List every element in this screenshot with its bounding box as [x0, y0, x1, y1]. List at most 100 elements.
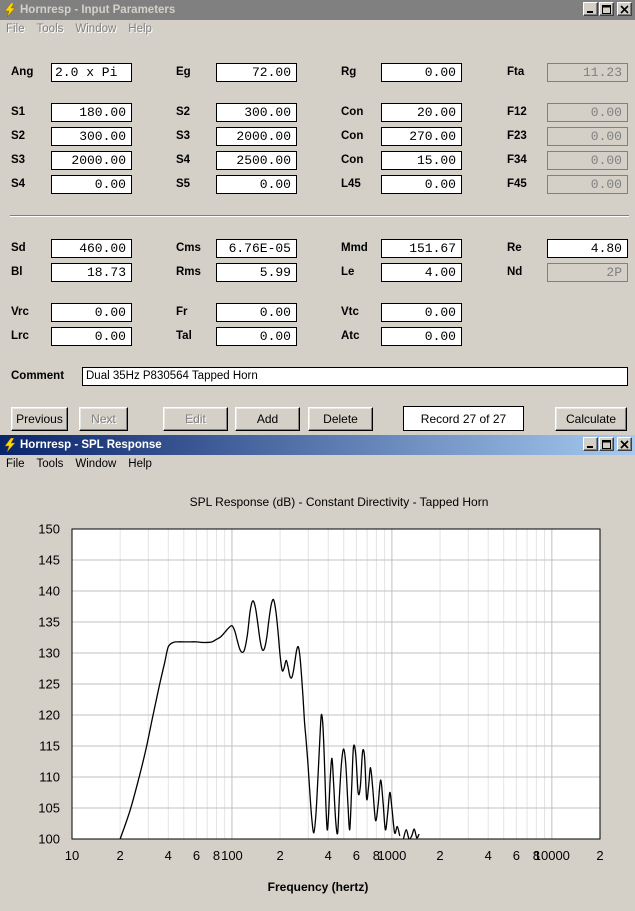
maximize-button[interactable]	[599, 437, 614, 451]
param-label-con: Con	[341, 106, 364, 118]
param-label-fr: Fr	[176, 306, 188, 318]
param-label-con: Con	[341, 130, 364, 142]
comment-field[interactable]: Dual 35Hz P830564 Tapped Horn	[82, 367, 628, 386]
param-field-con[interactable]: 20.00	[381, 103, 462, 122]
param-field-con[interactable]: 270.00	[381, 127, 462, 146]
param-label-atc: Atc	[341, 330, 360, 342]
close-button[interactable]	[617, 2, 632, 16]
param-label-s4: S4	[11, 178, 26, 190]
x-tick-label: 4	[325, 848, 332, 863]
param-field-s4[interactable]: 0.00	[51, 175, 132, 194]
comment-label: Comment	[11, 370, 65, 382]
param-label-cms: Cms	[176, 242, 201, 254]
input-menu-window[interactable]: Window	[69, 23, 122, 35]
param-field-con[interactable]: 15.00	[381, 151, 462, 170]
param-field-fta: 11.23	[547, 63, 628, 82]
previous-button[interactable]: Previous	[11, 407, 68, 431]
param-label-s5: S5	[176, 178, 191, 190]
param-label-fta: Fta	[507, 66, 525, 78]
x-tick-label: 10	[65, 848, 79, 863]
param-label-sd: Sd	[11, 242, 26, 254]
x-tick-label: 6	[193, 848, 200, 863]
input-menu-file[interactable]: File	[0, 23, 31, 35]
param-field-f34: 0.00	[547, 151, 628, 170]
param-field-re[interactable]: 4.80	[547, 239, 628, 258]
input-parameters-window: Hornresp - Input Parameters File Tools Win…	[0, 0, 635, 435]
param-field-l45[interactable]: 0.00	[381, 175, 462, 194]
param-field-tal[interactable]: 0.00	[216, 327, 297, 346]
spl-response-chart: SPL Response (dB) - Constant Directivity…	[38, 495, 603, 894]
x-tick-label: 6	[353, 848, 360, 863]
param-field-ang[interactable]: 2.0 x Pi	[51, 63, 132, 82]
spl-window-titlebar[interactable]: Hornresp - SPL Response	[0, 435, 635, 455]
param-field-nd: 2P	[547, 263, 628, 282]
param-label-s2: S2	[11, 130, 26, 142]
y-tick-label: 105	[38, 801, 60, 816]
param-field-s4[interactable]: 2500.00	[216, 151, 297, 170]
spl-menu-window[interactable]: Window	[69, 458, 122, 470]
param-label-s4: S4	[176, 154, 191, 166]
minimize-icon	[587, 445, 593, 448]
input-window-titlebar[interactable]: Hornresp - Input Parameters	[0, 0, 635, 20]
input-menu-tools[interactable]: Tools	[31, 23, 70, 35]
param-field-s1[interactable]: 180.00	[51, 103, 132, 122]
input-menu-help[interactable]: Help	[122, 23, 158, 35]
x-tick-label: 2	[596, 848, 603, 863]
x-tick-label: 8	[213, 848, 220, 863]
y-tick-label: 140	[38, 584, 60, 599]
add-button[interactable]: Add	[235, 407, 300, 431]
param-field-fr[interactable]: 0.00	[216, 303, 297, 322]
param-field-cms[interactable]: 6.76E-05	[216, 239, 297, 258]
chart-title: SPL Response (dB) - Constant Directivity…	[190, 495, 489, 509]
minimize-button[interactable]	[583, 2, 598, 16]
param-field-f45: 0.00	[547, 175, 628, 194]
param-label-rg: Rg	[341, 66, 357, 78]
y-tick-label: 120	[38, 708, 60, 723]
param-field-vrc[interactable]: 0.00	[51, 303, 132, 322]
close-button[interactable]	[617, 437, 632, 451]
param-label-f34: F34	[507, 154, 527, 166]
spl-window-menubar: File Tools Window Help	[0, 455, 635, 473]
param-field-f23: 0.00	[547, 127, 628, 146]
param-field-bl[interactable]: 18.73	[51, 263, 132, 282]
x-tick-label: 4	[165, 848, 172, 863]
input-window-title: Hornresp - Input Parameters	[20, 4, 176, 16]
next-button[interactable]: Next	[79, 407, 128, 431]
spl-menu-tools[interactable]: Tools	[31, 458, 70, 470]
spl-menu-help[interactable]: Help	[122, 458, 158, 470]
y-tick-label: 150	[38, 522, 60, 537]
param-field-s2[interactable]: 300.00	[51, 127, 132, 146]
param-field-vtc[interactable]: 0.00	[381, 303, 462, 322]
param-field-eg[interactable]: 72.00	[216, 63, 297, 82]
param-label-le: Le	[341, 266, 355, 278]
param-field-rg[interactable]: 0.00	[381, 63, 462, 82]
param-field-s3[interactable]: 2000.00	[51, 151, 132, 170]
param-field-s5[interactable]: 0.00	[216, 175, 297, 194]
param-field-sd[interactable]: 460.00	[51, 239, 132, 258]
x-tick-label: 6	[513, 848, 520, 863]
param-field-rms[interactable]: 5.99	[216, 263, 297, 282]
calculate-button[interactable]: Calculate	[555, 407, 627, 431]
edit-button[interactable]: Edit	[163, 407, 228, 431]
param-field-lrc[interactable]: 0.00	[51, 327, 132, 346]
param-field-s3[interactable]: 2000.00	[216, 127, 297, 146]
param-field-s2[interactable]: 300.00	[216, 103, 297, 122]
maximize-button[interactable]	[599, 2, 614, 16]
param-label-s3: S3	[11, 154, 26, 166]
param-field-atc[interactable]: 0.00	[381, 327, 462, 346]
param-field-le[interactable]: 4.00	[381, 263, 462, 282]
param-label-f45: F45	[507, 178, 527, 190]
delete-button[interactable]: Delete	[308, 407, 373, 431]
maximize-icon	[602, 439, 611, 449]
input-window-menubar: File Tools Window Help	[0, 20, 635, 38]
param-label-con: Con	[341, 154, 364, 166]
param-label-lrc: Lrc	[11, 330, 29, 342]
minimize-button[interactable]	[583, 437, 598, 451]
param-label-vrc: Vrc	[11, 306, 29, 318]
record-indicator: Record 27 of 27	[403, 406, 524, 431]
param-field-mmd[interactable]: 151.67	[381, 239, 462, 258]
param-label-tal: Tal	[176, 330, 192, 342]
param-label-mmd: Mmd	[341, 242, 368, 254]
lightning-bolt-icon	[2, 437, 18, 453]
spl-menu-file[interactable]: File	[0, 458, 31, 470]
